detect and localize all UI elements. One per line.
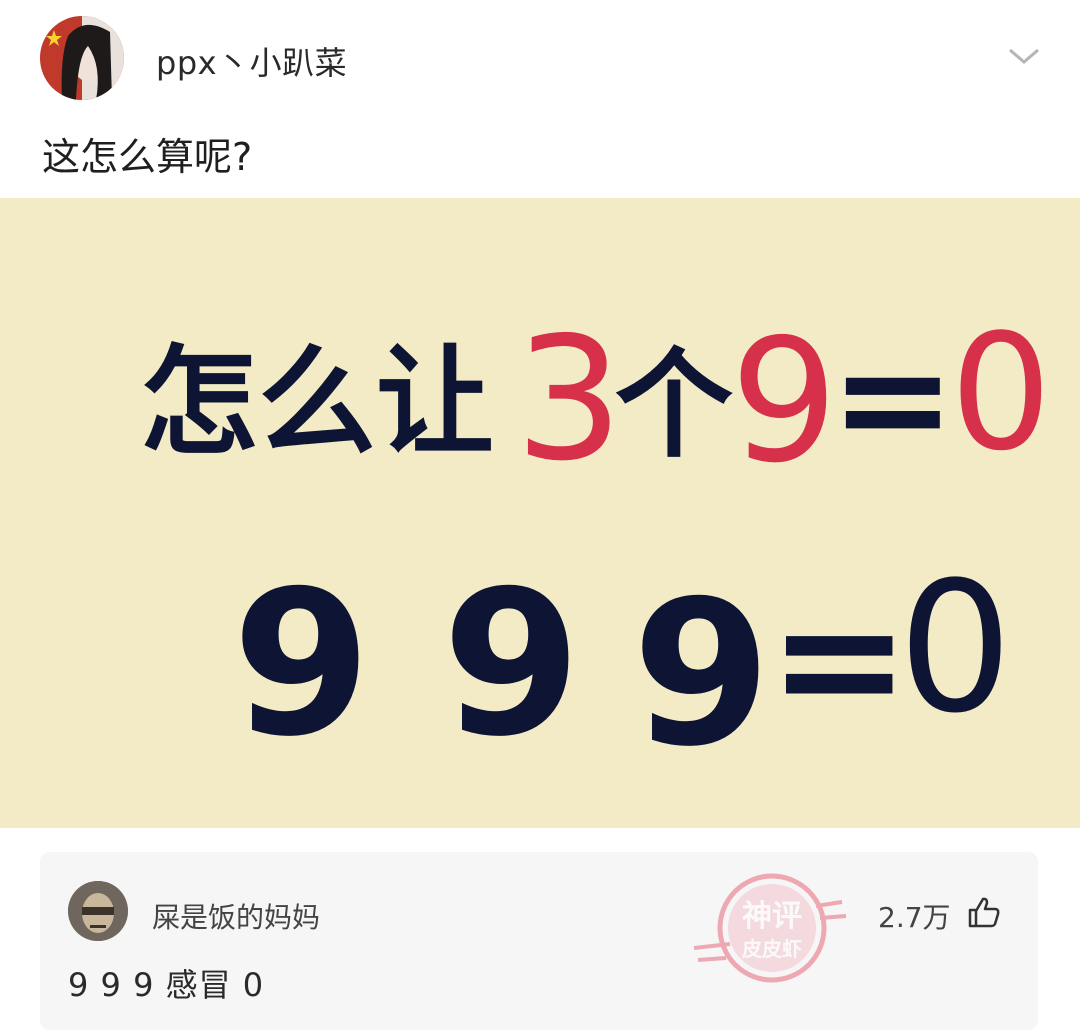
comment-author-name[interactable]: 屎是饭的妈妈 [152,896,320,936]
god-comment-stamp: 神评 皮皮虾 [690,866,850,996]
comment-text: 9 9 9 感冒 0 [68,966,265,1004]
image-line1-nine: 9 [730,303,838,501]
author-name[interactable]: ppx丶小趴菜 [156,38,347,84]
post-header: ppx丶小趴菜 [0,0,1080,110]
stamp-top-text: 神评 [742,899,802,934]
stamp-bottom-text: 皮皮虾 [742,937,802,961]
comment-avatar-image [68,881,128,941]
image-line1-prefix: 怎么让 [140,332,494,471]
image-line2-digit-2: 9 [442,548,581,781]
chevron-down-icon[interactable] [1004,40,1044,70]
image-line1-zero: 0 [950,299,1052,486]
post-image[interactable]: 怎么让 3 个 9 = 0 9 9 9 = 0 [0,198,1080,828]
image-line2-digit-3: 9 [632,558,771,791]
author-avatar[interactable] [40,16,124,100]
image-line1-ge: 个 [615,335,733,474]
image-line2-equals: = [768,561,910,759]
comment-author-avatar[interactable] [68,881,128,941]
avatar-image [40,16,124,100]
god-comment-card: 屎是饭的妈妈 9 9 9 感冒 0 神评 皮皮虾 2.7万 [40,852,1038,1030]
image-line1-eq: = [830,312,956,486]
image-line2-zero: 0 [898,544,1013,753]
thumbs-up-icon[interactable] [966,894,1002,930]
image-line1-three: 3 [515,301,623,499]
post-text: 这怎么算呢? [42,135,253,179]
like-count: 2.7万 [878,901,951,934]
image-line2-digit-1: 9 [232,548,371,781]
